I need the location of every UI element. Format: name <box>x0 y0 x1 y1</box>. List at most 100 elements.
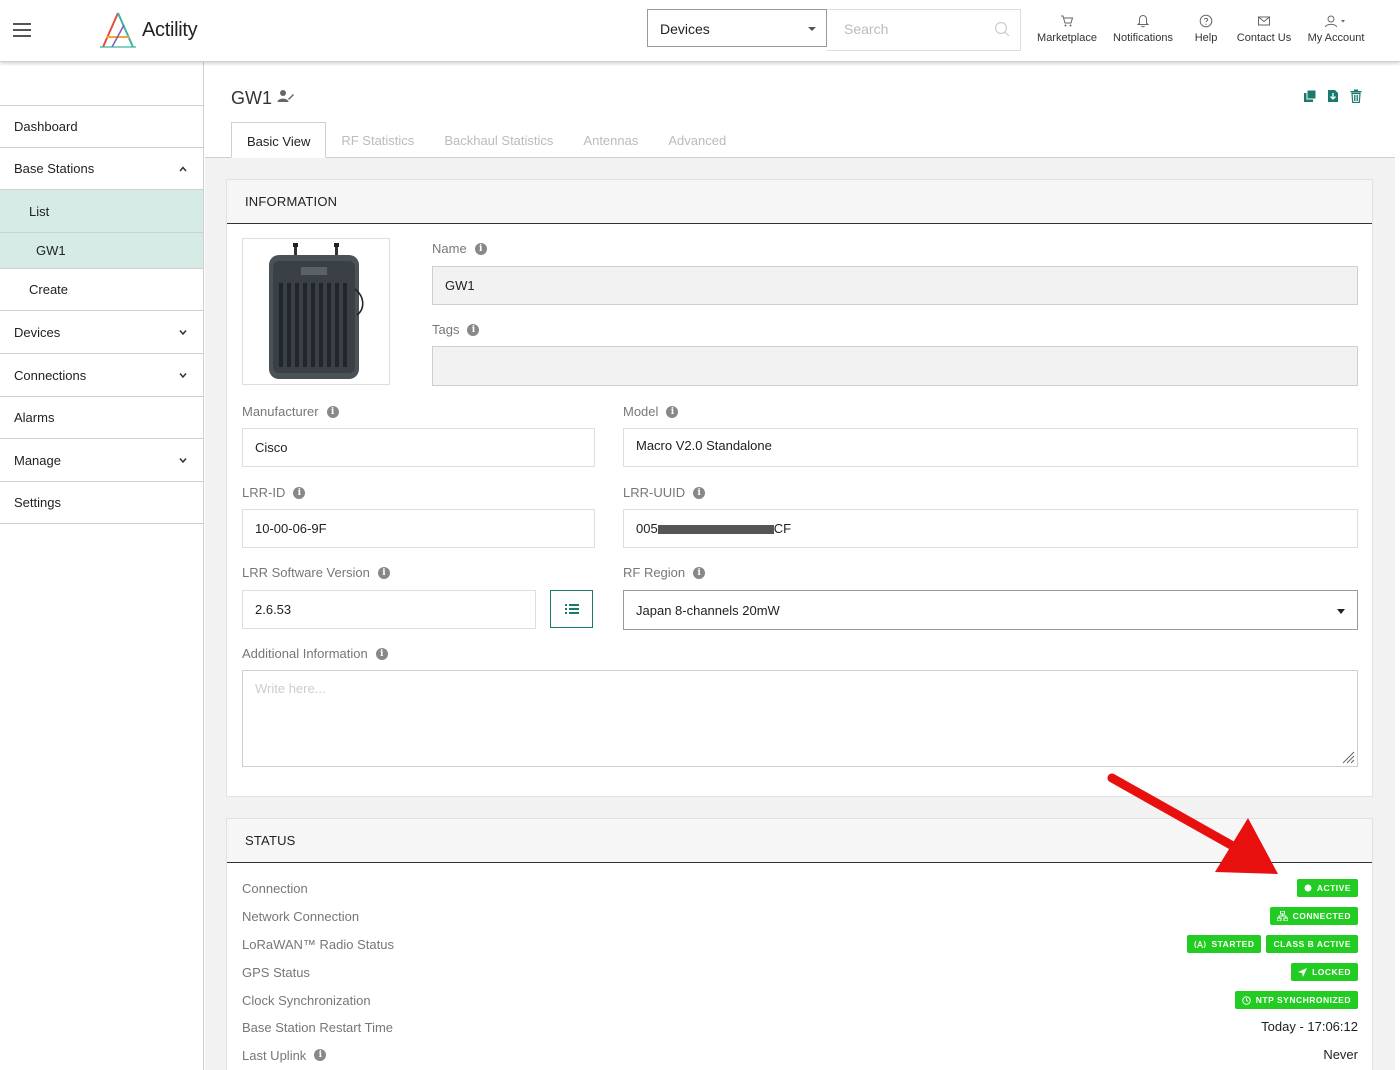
lrr-id-label-text: LRR-ID <box>242 485 286 500</box>
software-field[interactable]: 2.6.53 <box>242 590 536 629</box>
tab-backhaul-statistics[interactable]: Backhaul Statistics <box>429 122 568 158</box>
tab-antennas[interactable]: Antennas <box>568 122 653 158</box>
connection-label: Connection <box>242 880 308 896</box>
additional-info-label: Additional Information i <box>242 646 388 661</box>
sidebar-item-label: Manage <box>14 452 61 468</box>
sidebar-item-gw1[interactable]: GW1 <box>0 233 203 269</box>
search-icon[interactable] <box>994 21 1010 37</box>
caret-down-icon <box>1337 609 1345 614</box>
actility-logo[interactable]: Actility <box>98 10 198 50</box>
info-icon[interactable]: i <box>467 323 480 336</box>
info-icon[interactable]: i <box>693 486 706 499</box>
software-list-button[interactable] <box>550 590 593 628</box>
nav-marketplace[interactable]: Marketplace <box>1036 14 1098 44</box>
info-icon[interactable]: i <box>666 405 679 418</box>
rf-region-select[interactable]: Japan 8-channels 20mW <box>623 590 1358 630</box>
sidebar-item-dashboard[interactable]: Dashboard <box>0 105 203 148</box>
sidebar-item-devices[interactable]: Devices <box>0 311 203 354</box>
name-label-text: Name <box>432 241 467 256</box>
caret-down-icon <box>808 27 816 31</box>
info-icon[interactable]: i <box>377 566 390 579</box>
software-value: 2.6.53 <box>255 602 292 617</box>
info-icon[interactable]: i <box>693 566 706 579</box>
network-badge: CONNECTED <box>1269 907 1358 925</box>
help-icon <box>1199 14 1213 28</box>
info-icon[interactable]: i <box>474 242 487 255</box>
lrr-uuid-label-text: LRR-UUID <box>623 485 686 500</box>
main-content: GW1 Basic View RF Statistics Backhaul St… <box>205 62 1395 1070</box>
additional-info-textarea[interactable]: Write here... <box>242 670 1358 767</box>
duplicate-icon[interactable] <box>1303 89 1317 103</box>
top-bar: Actility Devices Search Marketplace Noti… <box>0 0 1400 62</box>
sidebar-item-label: List <box>29 203 50 219</box>
actility-logo-mark <box>100 12 136 48</box>
export-icon[interactable] <box>1326 89 1340 103</box>
sidebar-item-create[interactable]: Create <box>0 269 203 311</box>
info-icon[interactable]: i <box>293 486 306 499</box>
antenna-icon <box>1194 940 1207 948</box>
info-icon[interactable]: i <box>326 405 339 418</box>
sidebar-item-connections[interactable]: Connections <box>0 354 203 397</box>
status-row-restart: Base Station Restart Time Today - 17:06:… <box>242 1015 1358 1039</box>
delete-icon[interactable] <box>1349 89 1363 103</box>
lrr-uuid-suffix: CF <box>773 521 792 536</box>
clock-label: Clock Synchronization <box>242 992 371 1008</box>
info-icon[interactable]: i <box>314 1049 327 1061</box>
radio-label: LoRaWAN™ Radio Status <box>242 936 394 952</box>
search-placeholder: Search <box>844 21 889 37</box>
status-row-connection: Connection ACTIVE <box>242 876 1358 900</box>
sidebar-item-label: Connections <box>14 367 87 383</box>
nav-help[interactable]: Help <box>1190 14 1222 44</box>
sidebar-item-list[interactable]: List <box>0 190 203 233</box>
tab-rf-statistics[interactable]: RF Statistics <box>326 122 429 158</box>
nav-contact[interactable]: Contact Us <box>1235 14 1293 44</box>
lrr-uuid-prefix: 005 <box>636 521 658 536</box>
nav-my-account[interactable]: My Account <box>1305 14 1367 44</box>
search-input[interactable]: Search <box>827 9 1021 51</box>
sidebar-item-label: Alarms <box>14 410 55 425</box>
sidebar-item-settings[interactable]: Settings <box>0 482 203 524</box>
manufacturer-field[interactable]: Cisco <box>242 428 595 467</box>
nav-contact-label: Contact Us <box>1236 32 1292 44</box>
list-icon <box>564 604 579 614</box>
tab-basic-view[interactable]: Basic View <box>231 122 327 158</box>
edit-owner-icon[interactable] <box>277 89 295 103</box>
radio-class-b-badge: CLASS B ACTIVE <box>1266 935 1358 953</box>
lrr-id-field[interactable]: 10-00-06-9F <box>242 509 595 548</box>
clock-badge-text: NTP SYNCHRONIZED <box>1255 995 1351 1005</box>
model-field[interactable]: Macro V2.0 Standalone <box>623 428 1358 467</box>
chevron-down-icon <box>179 373 187 379</box>
clock-icon <box>1241 995 1251 1005</box>
nav-notifications[interactable]: Notifications <box>1111 14 1175 44</box>
resize-handle-icon[interactable] <box>1341 750 1355 764</box>
info-icon[interactable]: i <box>375 647 388 660</box>
model-label-text: Model <box>623 404 659 419</box>
bell-icon <box>1136 14 1150 28</box>
rf-region-label-text: RF Region <box>623 565 686 580</box>
user-icon <box>1325 15 1345 28</box>
logo-text: Actility <box>142 18 198 41</box>
clock-badge: NTP SYNCHRONIZED <box>1234 991 1358 1009</box>
sidebar-item-label: Devices <box>14 324 61 340</box>
additional-info-label-text: Additional Information <box>242 646 368 661</box>
name-label: Name i <box>432 241 487 256</box>
menu-icon[interactable] <box>13 23 31 37</box>
sidebar-item-base-stations[interactable]: Base Stations <box>0 148 203 190</box>
tags-field[interactable] <box>432 346 1358 386</box>
entity-selector[interactable]: Devices <box>647 9 827 47</box>
sidebar-item-manage[interactable]: Manage <box>0 439 203 482</box>
information-panel: INFORMATION Name i GW1 Tags i Manufactur… <box>226 179 1373 797</box>
lrr-uuid-field[interactable]: 005 CF <box>623 509 1358 548</box>
network-label: Network Connection <box>242 908 360 924</box>
sidebar-item-alarms[interactable]: Alarms <box>0 397 203 439</box>
nav-marketplace-label: Marketplace <box>1037 32 1097 44</box>
manufacturer-value: Cisco <box>255 440 288 455</box>
model-label: Model i <box>623 404 679 419</box>
tab-advanced[interactable]: Advanced <box>653 122 741 158</box>
network-badge-text: CONNECTED <box>1292 911 1351 921</box>
cart-icon <box>1061 15 1074 27</box>
page-title: GW1 <box>231 88 295 109</box>
name-field[interactable]: GW1 <box>432 266 1358 305</box>
nav-notifications-label: Notifications <box>1113 32 1173 44</box>
software-label: LRR Software Version i <box>242 565 390 580</box>
